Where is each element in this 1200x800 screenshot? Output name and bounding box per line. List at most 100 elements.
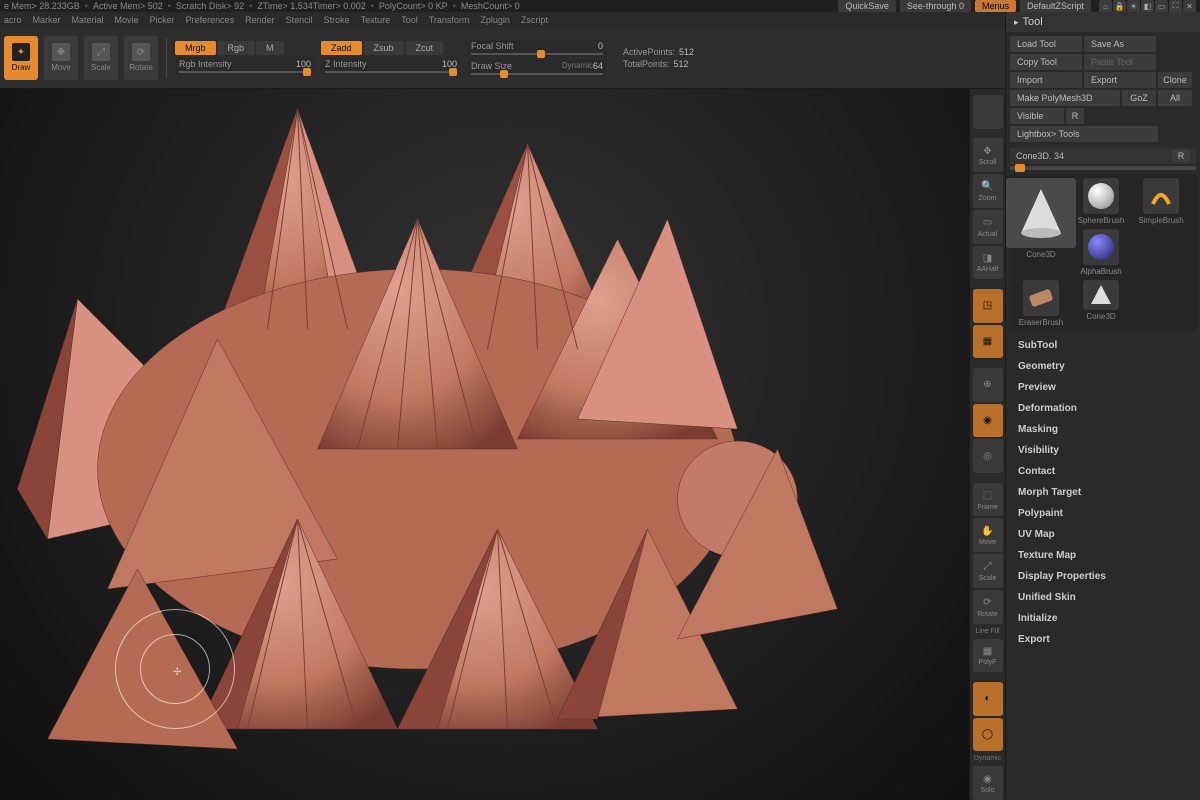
vp-local-button[interactable]: ⊕ [973,368,1003,402]
scale-mode-button[interactable]: ⤢Scale [84,36,118,80]
section-visibility[interactable]: Visibility [1010,442,1196,459]
current-tool-name: Cone3D. 34 [1016,151,1064,161]
section-initialize[interactable]: Initialize [1010,610,1196,627]
seethrough-button[interactable]: See-through 0 [900,0,971,12]
vp-xpose-button[interactable]: ◉ [973,404,1003,438]
move-label: Move [51,63,71,72]
focal-shift-slider[interactable]: Focal Shift 0 [467,39,607,57]
rotate-mode-button[interactable]: ⟳Rotate [124,36,158,80]
make-polymesh-button[interactable]: Make PolyMesh3D [1010,90,1120,106]
import-button[interactable]: Import [1010,72,1082,88]
min-icon[interactable]: ▭ [1155,0,1168,12]
section-polypaint[interactable]: Polypaint [1010,505,1196,522]
vp-frame-button[interactable]: ⬚Frame [973,483,1003,517]
rgb-button[interactable]: Rgb [218,41,255,55]
section-uv-map[interactable]: UV Map [1010,526,1196,543]
section-subtool[interactable]: SubTool [1010,337,1196,354]
tool-spherebrush[interactable]: SphereBrush [1073,178,1129,225]
goz-r-button[interactable]: R [1066,108,1084,124]
vp-floor-button[interactable]: ▦ [973,325,1003,359]
zsub-button[interactable]: Zsub [364,41,404,55]
menus-button[interactable]: Menus [975,0,1016,12]
move-mode-button[interactable]: ✥Move [44,36,78,80]
menu-stroke[interactable]: Stroke [324,15,350,25]
viewport[interactable]: ✢ [0,89,1005,800]
tool-eraserbrush[interactable]: EraserBrush [1013,280,1069,327]
vp-scroll-button[interactable]: ✥Scroll [973,138,1003,172]
lightbox-tools-button[interactable]: Lightbox> Tools [1010,126,1158,142]
section-geometry[interactable]: Geometry [1010,358,1196,375]
goz-all-button[interactable]: All [1158,90,1192,106]
section-export[interactable]: Export [1010,631,1196,648]
quicksave-button[interactable]: QuickSave [838,0,896,12]
tool-cone3d-b[interactable]: Cone3D [1073,280,1129,327]
menu-render[interactable]: Render [245,15,275,25]
section-display-properties[interactable]: Display Properties [1010,568,1196,585]
tool-simplebrush[interactable]: SimpleBrush [1133,178,1189,276]
rgb-intensity-slider[interactable]: Rgb Intensity 100 [175,57,315,75]
vp-actual-button[interactable]: ▭Actual [973,210,1003,244]
defaultscript-button[interactable]: DefaultZScript [1020,0,1091,12]
menu-zplugin[interactable]: Zplugin [480,15,510,25]
load-tool-button[interactable]: Load Tool [1010,36,1082,52]
home-icon[interactable]: ⌂ [1099,0,1112,12]
color-icon[interactable]: ◧ [1141,0,1154,12]
menu-picker[interactable]: Picker [150,15,175,25]
vp-persp-button[interactable]: ◳ [973,289,1003,323]
draw-mode-button[interactable]: ✦Draw [4,36,38,80]
tool-alphabrush[interactable]: AlphaBrush [1073,229,1129,276]
vp-solo-button[interactable]: ◉Solo [973,766,1003,800]
menu-material[interactable]: Material [72,15,104,25]
vp-move-button[interactable]: ✋Move [973,518,1003,552]
vp-rotate-button[interactable]: ⟳Rotate [973,590,1003,624]
tool-r-button[interactable]: R [1172,150,1190,162]
zadd-button[interactable]: Zadd [321,41,362,55]
close-icon[interactable]: ✕ [1183,0,1196,12]
export-button[interactable]: Export [1084,72,1156,88]
menu-transform[interactable]: Transform [429,15,470,25]
vp-blank[interactable] [973,95,1003,129]
z-intensity-slider[interactable]: Z Intensity 100 [321,57,461,75]
menu-tool[interactable]: Tool [401,15,418,25]
menu-preferences[interactable]: Preferences [186,15,235,25]
vp-transp-button[interactable]: ◐ [973,682,1003,716]
section-preview[interactable]: Preview [1010,379,1196,396]
drawsize-value: 64 [593,61,603,71]
vp-ghost-button[interactable]: ◯ [973,718,1003,752]
menu-marker[interactable]: Marker [33,15,61,25]
clone-button[interactable]: Clone [1158,72,1192,88]
copy-tool-button[interactable]: Copy Tool [1010,54,1082,70]
menu-acro[interactable]: acro [4,15,22,25]
section-masking[interactable]: Masking [1010,421,1196,438]
section-texture-map[interactable]: Texture Map [1010,547,1196,564]
tool-cone3d[interactable]: Cone3D [1013,178,1069,276]
status-timer: Timer> 0.002 [313,1,366,11]
vp-scale-button[interactable]: ⤢Scale [973,554,1003,588]
draw-size-slider[interactable]: Draw Size 64 Dynamic [467,59,607,77]
tool-panel-header[interactable]: ▸Tool [1006,12,1200,32]
paste-tool-button[interactable]: Paste Tool [1084,54,1156,70]
goz-visible-button[interactable]: Visible [1010,108,1064,124]
vp-lcam-button[interactable]: ◎ [973,439,1003,473]
light-icon[interactable]: ☀ [1127,0,1140,12]
section-deformation[interactable]: Deformation [1010,400,1196,417]
section-morph-target[interactable]: Morph Target [1010,484,1196,501]
section-contact[interactable]: Contact [1010,463,1196,480]
vp-zoom-button[interactable]: 🔍Zoom [973,174,1003,208]
chevron-right-icon: ▸ [1014,17,1019,28]
menu-texture[interactable]: Texture [361,15,391,25]
vp-aahalf-button[interactable]: ◨AAHalf [973,246,1003,280]
max-icon[interactable]: ⛶ [1169,0,1182,12]
menu-zscript[interactable]: Zscript [521,15,548,25]
lock-icon[interactable]: 🔒 [1113,0,1126,12]
goz-button[interactable]: GoZ [1122,90,1156,106]
zcut-button[interactable]: Zcut [406,41,444,55]
save-as-button[interactable]: Save As [1084,36,1156,52]
tool-slider[interactable] [1010,166,1196,170]
menu-movie[interactable]: Movie [115,15,139,25]
m-button[interactable]: M [256,41,284,55]
section-unified-skin[interactable]: Unified Skin [1010,589,1196,606]
menu-stencil[interactable]: Stencil [286,15,313,25]
mrgb-button[interactable]: Mrgb [175,41,216,55]
vp-polyf-button[interactable]: ▦PolyF [973,639,1003,673]
